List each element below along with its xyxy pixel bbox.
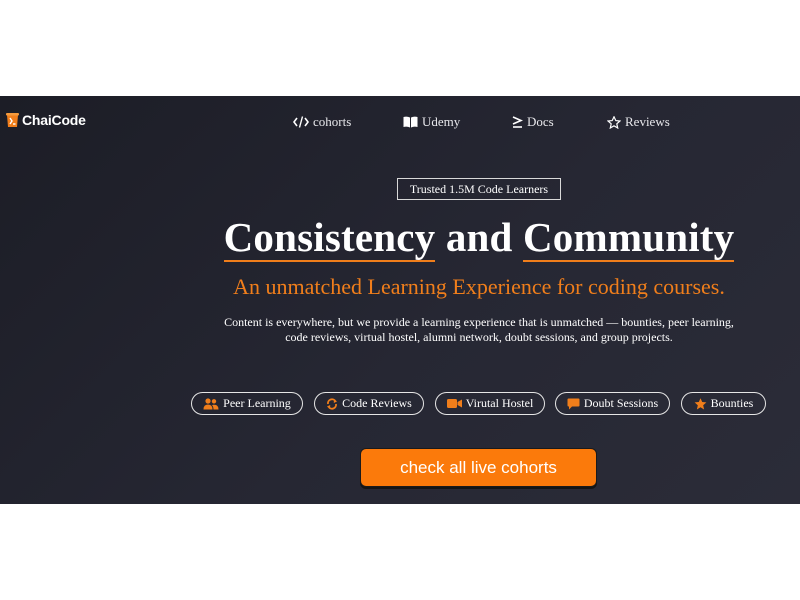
feature-bounties[interactable]: Bounties	[681, 392, 766, 415]
trusted-badge: Trusted 1.5M Code Learners	[397, 178, 561, 200]
check-live-cohorts-button[interactable]: check all live cohorts	[360, 448, 597, 487]
hero-description: Content is everywhere, but we provide a …	[224, 315, 734, 344]
chat-icon	[567, 398, 580, 409]
greater-equal-icon	[512, 116, 523, 128]
star-outline-icon	[607, 115, 621, 129]
headline-and: and	[445, 214, 513, 260]
hero-section: ChaiCode cohorts Udemy Docs Reviews Trus…	[0, 96, 800, 504]
star-icon	[694, 397, 707, 409]
nav-cohorts[interactable]: cohorts	[293, 114, 351, 130]
feature-code-reviews[interactable]: Code Reviews	[314, 392, 424, 415]
video-icon	[446, 399, 462, 408]
headline-consistency: Consistency	[223, 214, 436, 262]
nav-reviews[interactable]: Reviews	[607, 114, 670, 130]
hero-headline: Consistency and Community	[0, 212, 800, 262]
nav-docs[interactable]: Docs	[512, 114, 554, 130]
code-icon	[293, 116, 309, 128]
feature-peer-learning[interactable]: Peer Learning	[191, 392, 303, 415]
feature-virtual-hostel-label: Virutal Hostel	[465, 396, 534, 410]
hero-subheadline: An unmatched Learning Experience for cod…	[233, 274, 725, 299]
headline-community: Community	[523, 214, 735, 262]
nav-udemy-label: Udemy	[422, 114, 461, 129]
nav-reviews-label: Reviews	[625, 114, 670, 129]
brand-name: ChaiCode	[22, 112, 86, 128]
refresh-icon	[327, 397, 338, 410]
book-open-icon	[403, 116, 418, 128]
feature-code-reviews-label: Code Reviews	[342, 396, 412, 410]
nav-udemy[interactable]: Udemy	[403, 114, 460, 130]
feature-doubt-sessions-label: Doubt Sessions	[583, 396, 659, 410]
nav-cohorts-label: cohorts	[313, 114, 352, 129]
nav-docs-label: Docs	[527, 114, 554, 129]
feature-doubt-sessions[interactable]: Doubt Sessions	[555, 392, 670, 415]
feature-peer-learning-label: Peer Learning	[223, 396, 291, 410]
chai-cup-icon	[6, 113, 19, 127]
users-icon	[203, 397, 219, 409]
feature-bounties-label: Bounties	[710, 396, 754, 410]
feature-virtual-hostel[interactable]: Virutal Hostel	[435, 392, 545, 415]
brand-logo-link[interactable]: ChaiCode	[6, 112, 86, 128]
